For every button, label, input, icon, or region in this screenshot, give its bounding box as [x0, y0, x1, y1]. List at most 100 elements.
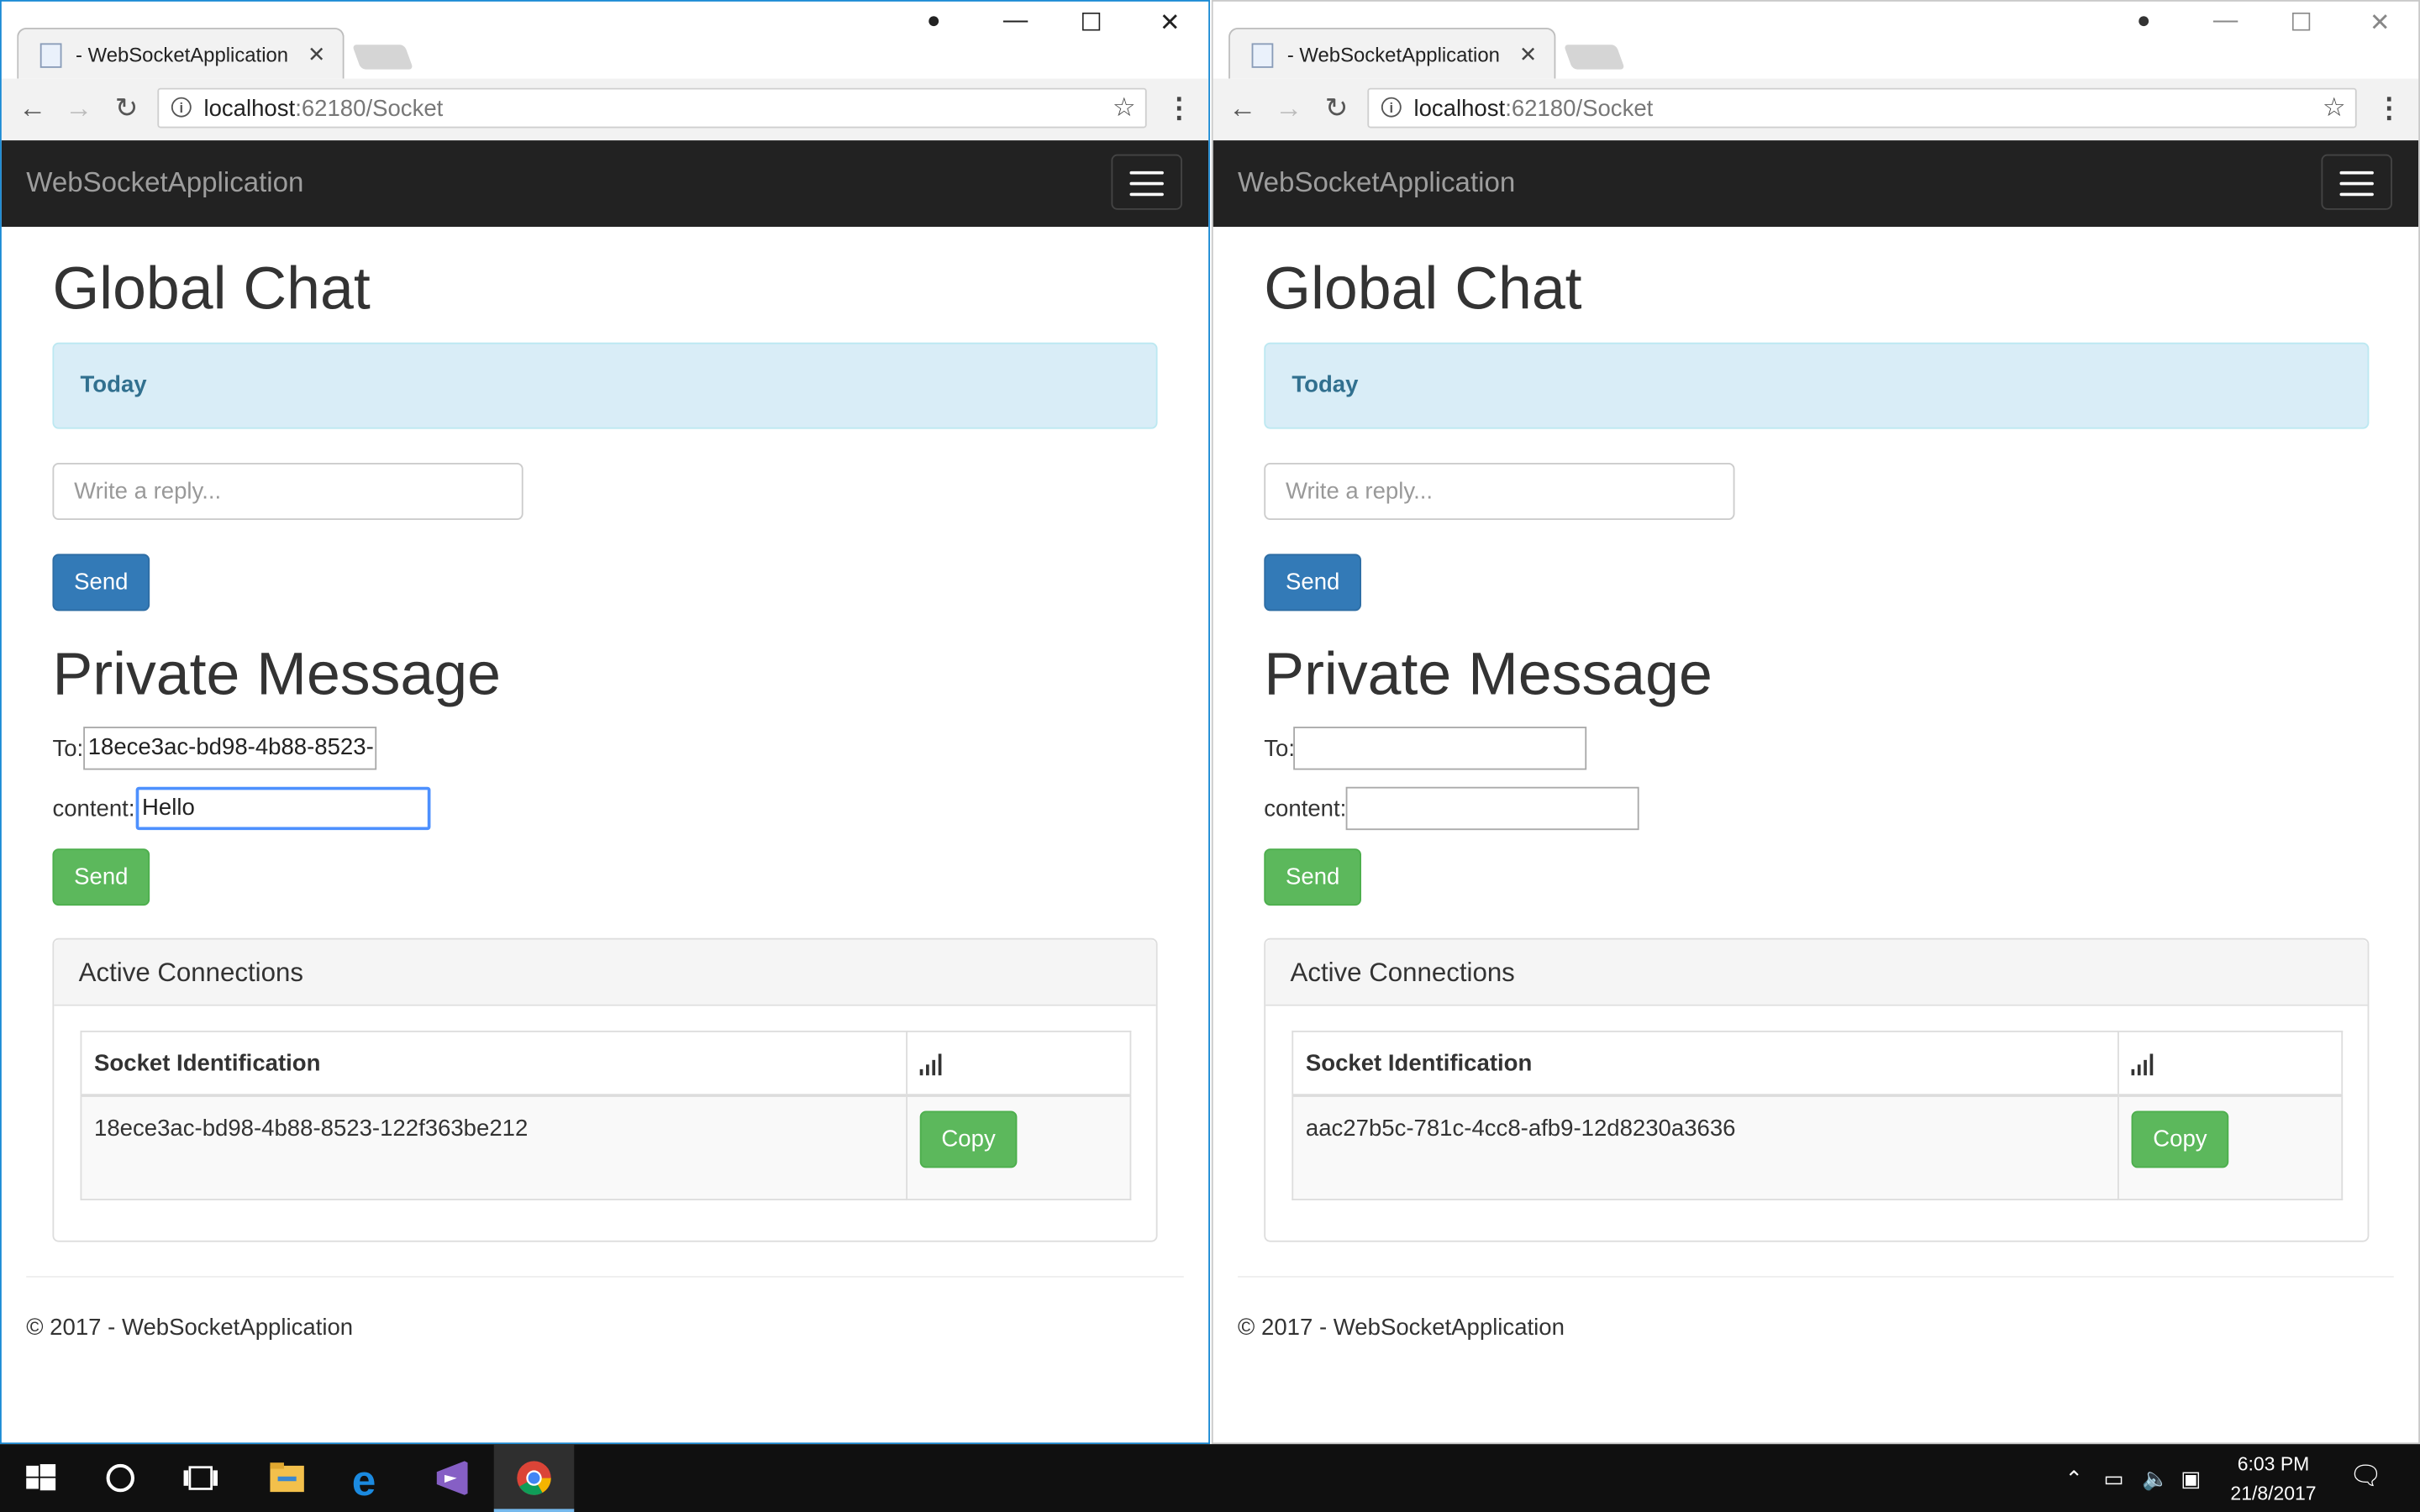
forward-icon[interactable]: →: [1271, 92, 1305, 125]
browser-menu-icon[interactable]: ⋮: [1165, 92, 1193, 125]
windows-start-icon[interactable]: [0, 1444, 81, 1512]
signal-column-header: [2117, 1030, 2344, 1097]
tab-close-icon[interactable]: ✕: [1519, 42, 1538, 68]
alert-text: Today: [1292, 371, 1359, 398]
copy-button[interactable]: Copy: [2131, 1110, 2229, 1168]
hamburger-bar: [1129, 171, 1164, 175]
to-label: To:: [52, 736, 84, 763]
browser-tab[interactable]: - WebSocketApplication ✕: [1228, 28, 1556, 79]
edge-icon[interactable]: e: [329, 1444, 409, 1512]
cortana-icon[interactable]: [81, 1444, 161, 1512]
address-url: localhost:62180/Socket: [203, 96, 443, 122]
show-hidden-icons-icon[interactable]: ⌃: [2065, 1466, 2084, 1492]
back-icon[interactable]: ←: [15, 92, 49, 125]
bookmark-star-icon[interactable]: ☆: [2323, 92, 2346, 123]
file-explorer-icon[interactable]: [247, 1444, 328, 1512]
copy-button[interactable]: Copy: [919, 1110, 1018, 1168]
browser-toolbar: ← → ↻ i localhost:62180/Socket ☆ ⋮: [1, 78, 1209, 142]
info-icon[interactable]: i: [1381, 97, 1402, 118]
connections-table: Socket Identification 18ece3ac-bd98-4b88…: [80, 1030, 1132, 1200]
network-icon[interactable]: ▣: [2181, 1466, 2201, 1492]
to-field[interactable]: 18ece3ac-bd98-4b88-8523-: [83, 727, 377, 770]
reply-input[interactable]: [1264, 463, 1735, 520]
socket-id-cell: aac27b5c-781c-4cc8-afb9-12d8230a3636: [1292, 1095, 2119, 1200]
browser-tab[interactable]: - WebSocketApplication ✕: [17, 28, 345, 79]
chrome-icon[interactable]: [493, 1444, 575, 1512]
hamburger-bar: [2339, 192, 2374, 197]
page-icon: [39, 43, 62, 68]
panel-title: Active Connections: [1290, 958, 1515, 988]
volume-icon[interactable]: 🔈: [2142, 1466, 2169, 1492]
address-bar[interactable]: i localhost:62180/Socket ☆: [1367, 87, 2357, 129]
maximize-icon[interactable]: ☐: [2283, 8, 2320, 39]
back-icon[interactable]: ←: [1225, 92, 1259, 125]
global-send-button[interactable]: Send: [1264, 554, 1362, 612]
profile-icon[interactable]: ●: [2125, 8, 2162, 34]
private-send-button[interactable]: Send: [1264, 848, 1362, 906]
hamburger-bar: [2339, 181, 2374, 186]
navbar-brand[interactable]: WebSocketApplication: [26, 166, 303, 199]
title-bar: - WebSocketApplication ✕ ● — ☐ ✕: [1, 1, 1209, 79]
private-send-button[interactable]: Send: [52, 848, 150, 906]
svg-text:e: e: [352, 1456, 376, 1504]
socket-id-cell: 18ece3ac-bd98-4b88-8523-122f363be212: [80, 1095, 908, 1200]
navbar-toggle-button[interactable]: [2321, 154, 2392, 210]
reload-icon[interactable]: ↻: [109, 92, 143, 125]
close-icon[interactable]: ✕: [1151, 8, 1188, 39]
content-field[interactable]: [1345, 786, 1639, 831]
visual-studio-icon[interactable]: [411, 1444, 492, 1512]
bookmark-star-icon[interactable]: ☆: [1113, 92, 1136, 123]
chat-messages-alert: Today: [1264, 342, 2370, 429]
page-content: Global Chat Today Send Private Message T…: [1213, 227, 2418, 1442]
minimize-icon[interactable]: —: [2207, 8, 2244, 35]
chat-messages-alert: Today: [52, 342, 1158, 429]
table-row: 18ece3ac-bd98-4b88-8523-122f363be212 Cop…: [80, 1095, 1132, 1200]
navbar-brand[interactable]: WebSocketApplication: [1238, 166, 1515, 199]
table-header-row: Socket Identification: [80, 1030, 1132, 1097]
clock-date: 21/8/2017: [2230, 1483, 2317, 1504]
table-row: aac27b5c-781c-4cc8-afb9-12d8230a3636 Cop…: [1292, 1095, 2344, 1200]
footer-divider: [1238, 1275, 2394, 1278]
task-view-icon[interactable]: [160, 1444, 241, 1512]
private-message-heading: Private Message: [52, 642, 501, 709]
reply-input[interactable]: [52, 463, 523, 520]
navbar-toggle-button[interactable]: [1111, 154, 1182, 210]
reload-icon[interactable]: ↻: [1319, 92, 1353, 125]
forward-icon[interactable]: →: [61, 92, 95, 125]
minimize-icon[interactable]: —: [997, 8, 1034, 35]
url-path: :62180/Socket: [1505, 95, 1654, 123]
private-message-heading: Private Message: [1264, 642, 1712, 709]
profile-icon[interactable]: ●: [915, 8, 952, 34]
close-icon[interactable]: ✕: [2361, 8, 2398, 39]
url-path: :62180/Socket: [295, 95, 444, 123]
action-center-icon[interactable]: 🗨: [2349, 1461, 2383, 1492]
browser-window-right: - WebSocketApplication ✕ ● — ☐ ✕ ← → ↻ i…: [1211, 0, 2420, 1445]
to-label: To:: [1264, 736, 1296, 763]
app-navbar: WebSocketApplication: [1, 140, 1209, 227]
global-chat-heading: Global Chat: [1264, 255, 1582, 323]
new-tab-button[interactable]: [351, 45, 414, 70]
url-host: localhost: [203, 95, 296, 123]
tab-close-icon[interactable]: ✕: [308, 42, 326, 68]
info-icon[interactable]: i: [171, 97, 192, 118]
tab-title: - WebSocketApplication: [1286, 43, 1500, 66]
app-navbar: WebSocketApplication: [1213, 140, 2419, 227]
clock-time: 6:03 PM: [2237, 1453, 2310, 1475]
action-cell: Copy: [906, 1095, 1132, 1200]
taskbar: e ⌃ ▭ 🔈 ▣ 6:03 PM 21/8/2017 🗨: [0, 1444, 2420, 1512]
browser-menu-icon[interactable]: ⋮: [2375, 92, 2403, 125]
system-clock[interactable]: 6:03 PM 21/8/2017: [2219, 1451, 2328, 1509]
panel-heading: Active Connections: [54, 939, 1156, 1006]
signal-icon: [2131, 1053, 2154, 1075]
footer-text: © 2017 - WebSocketApplication: [26, 1314, 354, 1341]
battery-icon[interactable]: ▭: [2103, 1466, 2123, 1492]
address-bar[interactable]: i localhost:62180/Socket ☆: [157, 87, 1147, 129]
content-field[interactable]: Hello: [135, 786, 431, 831]
active-connections-panel: Active Connections Socket Identification…: [52, 937, 1158, 1242]
alert-text: Today: [80, 371, 147, 398]
maximize-icon[interactable]: ☐: [1073, 8, 1110, 39]
hamburger-bar: [1129, 192, 1164, 197]
to-field[interactable]: [1293, 727, 1587, 770]
new-tab-button[interactable]: [1563, 45, 1625, 70]
global-send-button[interactable]: Send: [52, 554, 150, 612]
